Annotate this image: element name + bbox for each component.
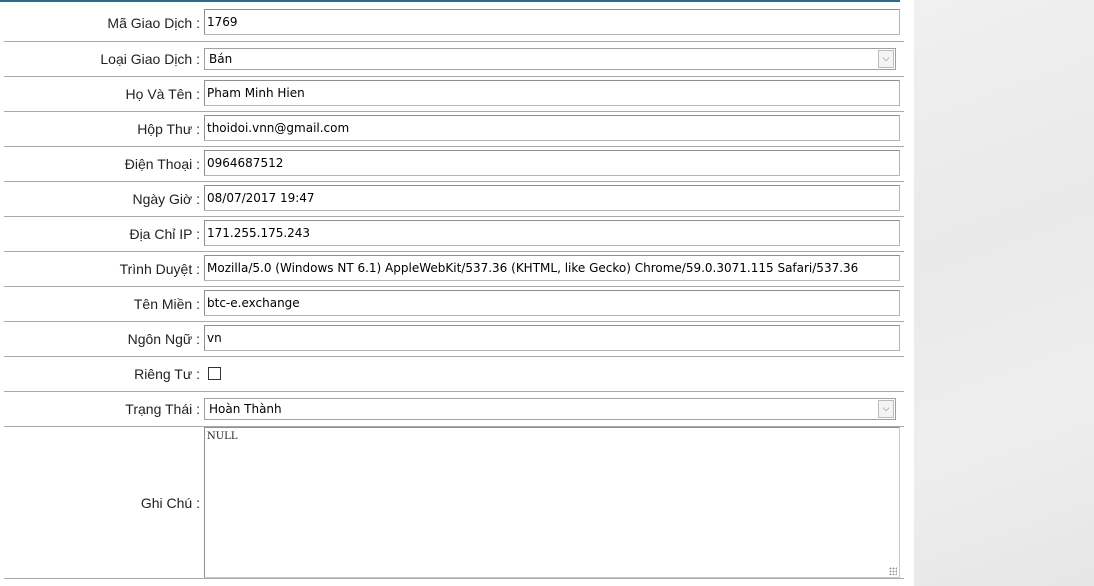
note-textarea[interactable]: NULL [204, 427, 900, 578]
status-select[interactable]: Hoàn Thành ⌵ [204, 398, 896, 420]
row-transaction-id: Mã Giao Dịch : 1769 [4, 6, 904, 41]
browser-field[interactable]: Mozilla/5.0 (Windows NT 6.1) AppleWebKit… [204, 255, 900, 281]
email-field[interactable]: thoidoi.vnn@gmail.com [204, 115, 900, 141]
domain-label: Tên Miền : [133, 296, 200, 312]
browser-label: Trình Duyệt : [119, 261, 200, 277]
transaction-detail-form: Mã Giao Dịch : 1769 Loại Giao Dịch : Bán… [4, 6, 904, 579]
email-label: Hộp Thư : [137, 121, 200, 137]
domain-field[interactable]: btc-e.exchange [204, 290, 900, 316]
row-transaction-type: Loại Giao Dịch : Bán ⌵ [4, 41, 904, 76]
chevron-down-icon[interactable]: ⌵ [878, 50, 894, 68]
row-full-name: Họ Và Tên : Pham Minh Hien [4, 76, 904, 111]
transaction-id-label: Mã Giao Dịch : [107, 15, 200, 31]
private-checkbox[interactable] [208, 367, 221, 380]
row-note: Ghi Chú : NULL [4, 426, 904, 579]
transaction-id-field[interactable]: 1769 [204, 9, 900, 35]
status-label: Trạng Thái : [125, 401, 200, 417]
row-domain: Tên Miền : btc-e.exchange [4, 286, 904, 321]
note-label: Ghi Chú : [140, 495, 200, 511]
row-private: Riêng Tư : [4, 356, 904, 391]
status-value: Hoàn Thành [209, 402, 282, 416]
row-ip-address: Địa Chỉ IP : 171.255.175.243 [4, 216, 904, 251]
private-label: Riêng Tư : [134, 366, 200, 382]
resize-grip-icon[interactable] [889, 567, 897, 575]
row-datetime: Ngày Giờ : 08/07/2017 19:47 [4, 181, 904, 216]
ip-address-field[interactable]: 171.255.175.243 [204, 220, 900, 246]
row-browser: Trình Duyệt : Mozilla/5.0 (Windows NT 6.… [4, 251, 904, 286]
datetime-field[interactable]: 08/07/2017 19:47 [204, 185, 900, 211]
transaction-type-label: Loại Giao Dịch : [100, 51, 200, 67]
row-email: Hộp Thư : thoidoi.vnn@gmail.com [4, 111, 904, 146]
row-phone: Điện Thoại : 0964687512 [4, 146, 904, 181]
note-value: NULL [207, 431, 238, 442]
language-field[interactable]: vn [204, 325, 900, 351]
ip-address-label: Địa Chỉ IP : [129, 226, 200, 242]
transaction-type-value: Bán [209, 52, 233, 66]
full-name-field[interactable]: Pham Minh Hien [204, 80, 900, 106]
transaction-type-select[interactable]: Bán ⌵ [204, 48, 896, 70]
datetime-label: Ngày Giờ : [132, 191, 200, 207]
full-name-label: Họ Và Tên : [125, 86, 200, 102]
language-label: Ngôn Ngữ : [127, 331, 200, 347]
right-side-panel [914, 0, 1094, 586]
chevron-down-icon[interactable]: ⌵ [878, 400, 894, 418]
phone-label: Điện Thoại : [124, 156, 200, 172]
row-language: Ngôn Ngữ : vn [4, 321, 904, 356]
top-accent-bar [0, 0, 900, 2]
row-status: Trạng Thái : Hoàn Thành ⌵ [4, 391, 904, 426]
phone-field[interactable]: 0964687512 [204, 150, 900, 176]
